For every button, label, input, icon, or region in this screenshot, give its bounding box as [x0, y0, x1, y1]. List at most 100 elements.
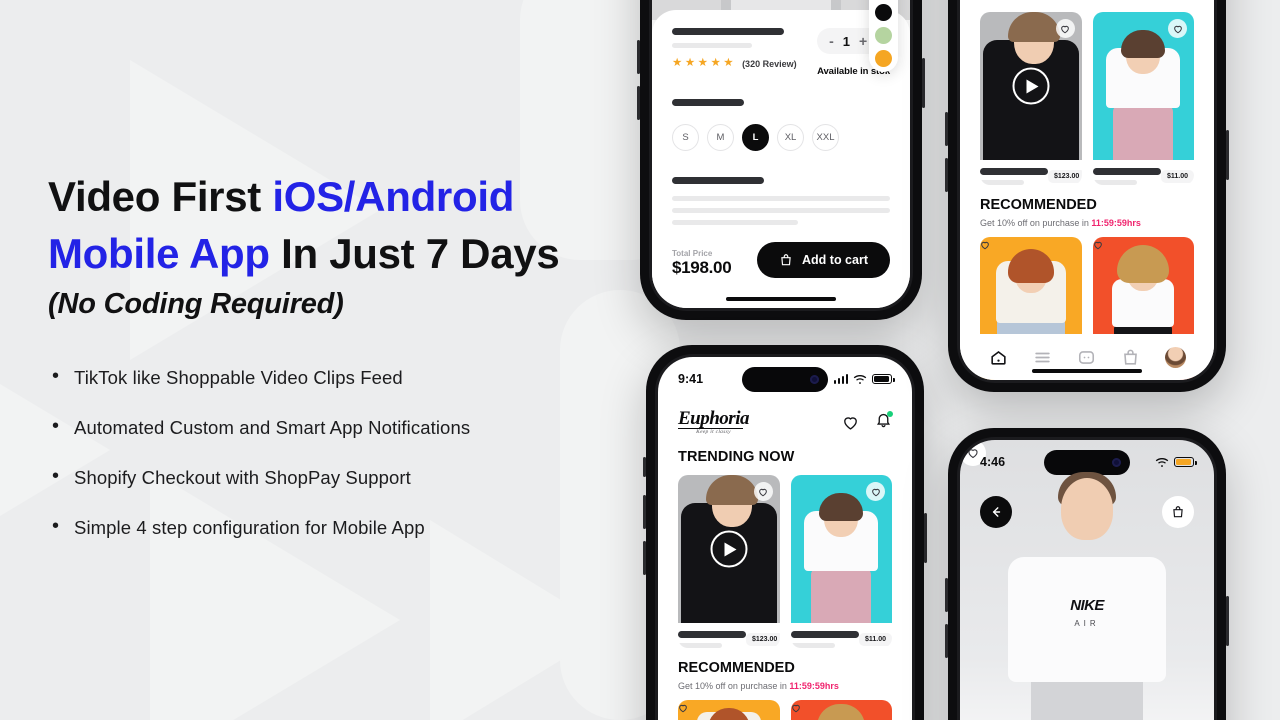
- cart-button[interactable]: [1162, 496, 1194, 528]
- description-line-2: [672, 208, 890, 213]
- recommended-section-title: RECOMMENDED: [678, 660, 795, 676]
- total-price-value: $198.00: [672, 258, 732, 277]
- list-item: Automated Custom and Smart App Notificat…: [48, 415, 608, 439]
- product-feed-phone-mockup: $123.00 $11.00 RECOMMENDED Get 10% off o…: [945, 0, 1229, 392]
- wifi-icon: [853, 374, 867, 384]
- promo-banner: Video First iOS/Android Mobile App In Jus…: [0, 0, 1280, 720]
- battery-icon: [872, 374, 895, 384]
- size-option-m[interactable]: M: [707, 124, 734, 151]
- offer-countdown-timer: 11:59:59hrs: [789, 681, 839, 691]
- product-photo-phone-mockup: 4:46 NIKE AIR: [945, 428, 1229, 720]
- size-section-placeholder: [672, 99, 744, 106]
- play-icon[interactable]: [710, 530, 748, 568]
- recommended-offer-text: Get 10% off on purchase in 11:59:59hrs: [658, 676, 912, 691]
- size-option-s[interactable]: S: [672, 124, 699, 151]
- volume-up-button[interactable]: [643, 495, 646, 529]
- headline-accent-1: iOS/Android: [272, 173, 515, 220]
- brand-logo[interactable]: Euphoria Keep it classy: [678, 409, 749, 435]
- volume-down-button[interactable]: [945, 158, 948, 192]
- favorite-icon[interactable]: [753, 482, 773, 501]
- home-indicator: [726, 296, 836, 301]
- headline-text-1: Video First: [48, 173, 273, 220]
- product-sub-label: AIR: [1074, 619, 1100, 628]
- status-time: 4:46: [980, 455, 1006, 469]
- product-video-thumbnail[interactable]: [980, 12, 1082, 160]
- wifi-icon: [1155, 457, 1169, 467]
- rating-stars: ★ ★ ★ ★ ★ (320 Review): [672, 57, 817, 70]
- list-item[interactable]: [790, 700, 892, 720]
- tab-profile-avatar[interactable]: [1164, 346, 1186, 368]
- product-title-placeholder: [672, 28, 784, 35]
- power-button[interactable]: [922, 58, 925, 108]
- volume-up-button[interactable]: [945, 112, 948, 146]
- app-header: Euphoria Keep it classy: [658, 405, 912, 435]
- tab-menu-icon[interactable]: [1033, 348, 1052, 367]
- quantity-value: 1: [842, 33, 850, 49]
- list-item[interactable]: [678, 700, 780, 720]
- back-button[interactable]: [980, 496, 1012, 528]
- volume-up-button[interactable]: [945, 578, 948, 612]
- quantity-decrement-button[interactable]: -: [829, 33, 834, 49]
- power-button[interactable]: [1226, 130, 1229, 180]
- product-brand-label: NIKE: [1070, 597, 1104, 614]
- offer-countdown-timer: 11:59:59hrs: [1091, 218, 1141, 228]
- trending-section-title: TRENDING NOW: [678, 449, 795, 465]
- list-item[interactable]: $11.00: [1092, 12, 1194, 185]
- volume-down-button[interactable]: [945, 624, 948, 658]
- favorite-icon[interactable]: [1168, 19, 1187, 38]
- product-subtitle-placeholder: [672, 43, 752, 48]
- page-title: Video First iOS/Android Mobile App In Jus…: [48, 168, 608, 282]
- product-price: $11.00: [858, 633, 892, 646]
- feature-list: TikTok like Shoppable Video Clips Feed A…: [48, 365, 608, 539]
- star-icon: ★: [710, 57, 721, 69]
- product-price: $123.00: [746, 633, 780, 646]
- product-detail-phone-mockup: ★ ★ ★ ★ ★ (320 Review) - 1 + Available i…: [637, 0, 925, 320]
- ring-switch[interactable]: [643, 457, 646, 477]
- list-item: Shopify Checkout with ShopPay Support: [48, 465, 608, 489]
- product-thumbnail[interactable]: [1092, 12, 1194, 160]
- headline-text-2: In Just 7 Days: [269, 230, 560, 277]
- star-icon: ★: [723, 57, 734, 69]
- product-photo[interactable]: NIKE AIR: [1001, 472, 1173, 720]
- description-line-1: [672, 196, 890, 201]
- list-item[interactable]: $11.00: [790, 475, 892, 648]
- volume-down-button[interactable]: [643, 541, 646, 575]
- recommended-card-list: [658, 691, 912, 720]
- tab-home-icon[interactable]: [989, 348, 1008, 367]
- size-selector[interactable]: S M L XL XXL: [672, 124, 890, 151]
- tab-bag-icon[interactable]: [1121, 348, 1140, 367]
- product-price: $11.00: [1160, 170, 1194, 183]
- color-swatch-sage-green[interactable]: [875, 27, 892, 44]
- total-price-label: Total Price: [672, 249, 713, 258]
- notifications-button[interactable]: [875, 411, 893, 433]
- add-to-cart-button[interactable]: Add to cart: [757, 242, 890, 278]
- list-item[interactable]: $123.00: [980, 12, 1082, 185]
- power-button[interactable]: [1226, 596, 1229, 646]
- volume-up-button[interactable]: [637, 40, 640, 74]
- power-button[interactable]: [924, 513, 927, 563]
- add-to-cart-label: Add to cart: [802, 253, 868, 267]
- recommended-offer-text: Get 10% off on purchase in 11:59:59hrs: [960, 213, 1214, 228]
- color-selector[interactable]: ✓: [869, 0, 898, 72]
- play-icon[interactable]: [1012, 67, 1050, 105]
- wishlist-icon[interactable]: [842, 414, 859, 431]
- star-icon: ★: [684, 57, 696, 69]
- quantity-increment-button[interactable]: +: [859, 33, 867, 49]
- tab-chat-icon[interactable]: [1077, 348, 1096, 367]
- favorite-icon[interactable]: [1055, 19, 1075, 38]
- color-swatch-black[interactable]: [875, 4, 892, 21]
- size-option-xl[interactable]: XL: [777, 124, 804, 151]
- product-video-thumbnail[interactable]: [678, 475, 780, 623]
- product-thumbnail[interactable]: [790, 475, 892, 623]
- favorite-icon[interactable]: [866, 482, 885, 501]
- volume-down-button[interactable]: [637, 86, 640, 120]
- shopping-bag-icon: [781, 254, 791, 266]
- list-item[interactable]: $123.00: [678, 475, 780, 648]
- size-option-l[interactable]: L: [742, 124, 769, 151]
- brand-tagline: Keep it classy: [696, 429, 731, 435]
- color-swatch-orange[interactable]: [875, 50, 892, 67]
- size-option-xxl[interactable]: XXL: [812, 124, 839, 151]
- description-line-3: [672, 220, 799, 225]
- list-item: TikTok like Shoppable Video Clips Feed: [48, 365, 608, 389]
- brand-name: Euphoria: [678, 408, 749, 429]
